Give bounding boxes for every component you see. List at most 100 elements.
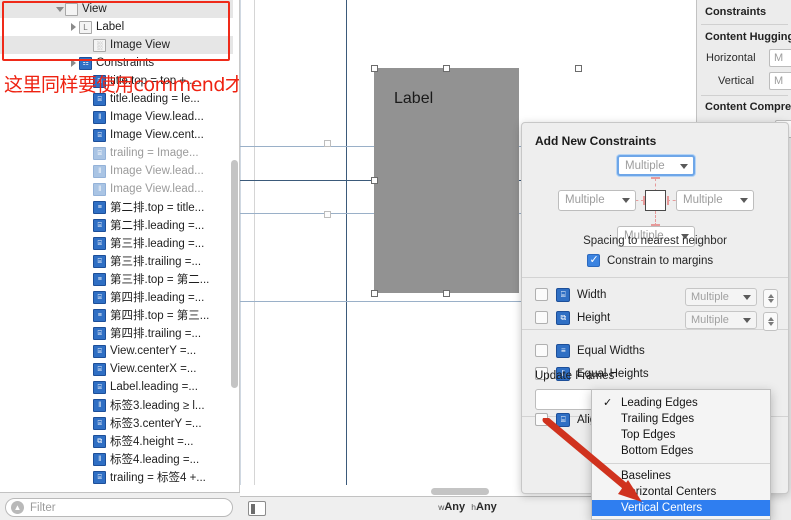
- menu-item[interactable]: Leading Edges: [592, 395, 770, 411]
- spacing-top-field[interactable]: Multiple: [617, 155, 695, 176]
- outline-row[interactable]: ⌸ View.centerY =...: [0, 342, 233, 360]
- outline-row[interactable]: ‖ Image View.lead...: [0, 108, 233, 126]
- spacing-left-field[interactable]: Multiple: [558, 190, 636, 211]
- outline-row-label: Image View: [110, 39, 170, 51]
- menu-item[interactable]: Vertical Centers: [592, 500, 770, 516]
- view-label-text: Label: [394, 90, 434, 107]
- constraint-value-field[interactable]: Multiple: [685, 288, 757, 306]
- outline-row[interactable]: ⌸ trailing = 标签4 +...: [0, 468, 233, 486]
- outline-row[interactable]: ⌸ 第三排.leading =...: [0, 234, 233, 252]
- outline-row[interactable]: ⌸ 第二排.leading =...: [0, 216, 233, 234]
- outline-row-label: Constraints: [96, 57, 155, 69]
- outline-row[interactable]: ⌸ Image View.cent...: [0, 126, 233, 144]
- constraint-center-box[interactable]: [645, 190, 666, 211]
- menu-item[interactable]: Baselines: [592, 468, 770, 484]
- outline-row[interactable]: ≡ 第二排.top = title...: [0, 198, 233, 216]
- alignment-menu-items[interactable]: Leading EdgesTrailing EdgesTop EdgesBott…: [592, 390, 770, 516]
- constraint-icon: ⌸: [93, 344, 106, 358]
- height-stepper[interactable]: [763, 312, 778, 331]
- outline-row-label: Label.leading =...: [110, 381, 198, 393]
- chevron-down-icon[interactable]: [740, 198, 748, 203]
- outline-row[interactable]: ‖ Image View.lead...: [0, 162, 233, 180]
- outline-row[interactable]: ‖ 标签4.leading =...: [0, 450, 233, 468]
- outline-vertical-scrollbar[interactable]: [231, 160, 238, 388]
- selection-handle-bottom-center[interactable]: [443, 290, 450, 297]
- constrain-to-margins-label: Constrain to margins: [607, 254, 714, 267]
- image-handle-bottom-left[interactable]: [324, 211, 331, 218]
- canvas-horizontal-scrollbar[interactable]: [431, 488, 489, 495]
- filter-field[interactable]: ▲ Filter: [5, 498, 233, 517]
- constraint-option-label: Height: [577, 311, 611, 324]
- spacing-right-field[interactable]: Multiple: [676, 190, 754, 211]
- outline-row[interactable]: ⌸ 标签3.centerY =...: [0, 414, 233, 432]
- spacing-note-text: Spacing to nearest neighbor: [583, 235, 727, 247]
- xcode-interface-builder-window: View L Label ░ Image View ☷ Constraints ⌸ title.…: [0, 0, 791, 520]
- inspector-divider-2: [701, 95, 788, 96]
- menu-separator: [592, 463, 770, 464]
- constrain-to-margins-checkbox[interactable]: [587, 253, 600, 267]
- content-hugging-horizontal-field[interactable]: M: [769, 49, 791, 67]
- clear-filter-icon[interactable]: ▲: [11, 501, 24, 514]
- constraint-value-field[interactable]: Multiple: [685, 311, 757, 329]
- inspector-content-hugging-title: Content Hugging: [705, 31, 791, 43]
- constraint-checkbox[interactable]: [535, 413, 548, 426]
- disclosure-triangle-icon[interactable]: [68, 58, 79, 69]
- selection-handle-bottom-left[interactable]: [371, 290, 378, 297]
- outline-row-label: 标签3.centerY =...: [110, 418, 202, 430]
- menu-item[interactable]: Top Edges: [592, 427, 770, 443]
- outline-row[interactable]: ‖ Image View.lead...: [0, 180, 233, 198]
- constraint-icon: ‖: [93, 164, 106, 178]
- constraint-checkbox[interactable]: [535, 288, 548, 301]
- outline-row[interactable]: ░ Image View: [0, 36, 233, 54]
- alignment-dropdown-menu[interactable]: Leading EdgesTrailing EdgesTop EdgesBott…: [591, 389, 771, 520]
- outline-row[interactable]: ≡ 第三排.top = 第二...: [0, 270, 233, 288]
- selection-handle-top-right[interactable]: [575, 65, 582, 72]
- selection-handle-top-left[interactable]: [371, 65, 378, 72]
- constraint-option-row[interactable]: ⌸ Width: [535, 286, 606, 303]
- outline-row[interactable]: View: [0, 0, 233, 18]
- chevron-down-icon[interactable]: [622, 198, 630, 203]
- constrain-to-margins-row[interactable]: Constrain to margins: [587, 253, 714, 267]
- outline-row[interactable]: ⧉ 标签4.height =...: [0, 432, 233, 450]
- outline-row[interactable]: ⌸ View.centerX =...: [0, 360, 233, 378]
- outline-row[interactable]: ⌸ trailing = Image...: [0, 144, 233, 162]
- align-icon: ⌸: [556, 412, 570, 427]
- menu-item[interactable]: Horizontal Centers: [592, 484, 770, 500]
- selection-handle-top-center[interactable]: [443, 65, 450, 72]
- selection-handle-middle-left[interactable]: [371, 177, 378, 184]
- canvas-guide-vertical-center: [346, 0, 347, 490]
- menu-item[interactable]: Trailing Edges: [592, 411, 770, 427]
- outline-row[interactable]: ‖ 标签3.leading ≥ l...: [0, 396, 233, 414]
- constraint-option-row[interactable]: ⧉ Height: [535, 309, 610, 326]
- chevron-down-icon[interactable]: [743, 295, 751, 300]
- disclosure-triangle-icon[interactable]: [68, 22, 79, 33]
- constraint-icon: ⌸: [93, 362, 106, 376]
- constraint-checkbox[interactable]: [535, 311, 548, 324]
- outline-row[interactable]: L Label: [0, 18, 233, 36]
- content-hugging-vertical-field[interactable]: M: [769, 72, 791, 90]
- outline-row[interactable]: ⌸ 第四排.leading =...: [0, 288, 233, 306]
- outline-row[interactable]: ≡ 第四排.top = 第三...: [0, 306, 233, 324]
- chevron-down-icon[interactable]: [680, 164, 688, 169]
- label-icon: L: [79, 20, 92, 34]
- outline-row[interactable]: ⌸ Label.leading =...: [0, 378, 233, 396]
- outline-row[interactable]: ⌸ 第三排.trailing =...: [0, 252, 233, 270]
- canvas-guide-left-inner: [254, 0, 255, 490]
- constraint-checkbox[interactable]: [535, 344, 548, 357]
- disclosure-triangle-icon[interactable]: [54, 4, 65, 15]
- image-handle-top-left[interactable]: [324, 140, 331, 147]
- outline-row[interactable]: ⌸ 第四排.trailing =...: [0, 324, 233, 342]
- view-rectangle[interactable]: Label: [374, 68, 519, 293]
- width-stepper[interactable]: [763, 289, 778, 308]
- constraint-option-row[interactable]: ≡ Equal Widths: [535, 342, 645, 359]
- menu-item[interactable]: Bottom Edges: [592, 443, 770, 459]
- constraint-icon: ‖: [93, 110, 106, 124]
- chevron-down-icon[interactable]: [743, 318, 751, 323]
